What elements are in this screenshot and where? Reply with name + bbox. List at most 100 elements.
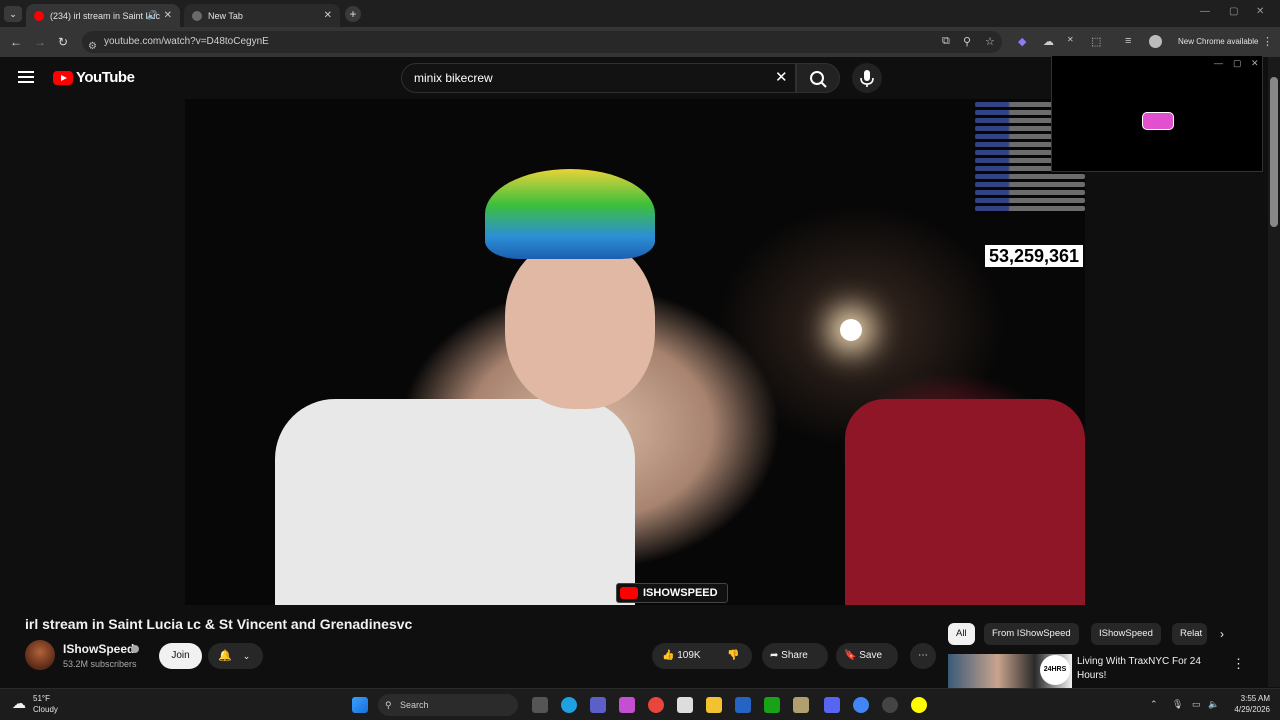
youtube-logo-icon[interactable] <box>53 71 73 85</box>
task-view-icon[interactable] <box>532 697 548 713</box>
weather-condition: Cloudy <box>33 705 58 714</box>
video-title: irl stream in Saint Lucia ʟᴄ & St Vincen… <box>25 616 413 632</box>
discord-popup-window[interactable]: — ▢ ✕ <box>1051 55 1263 172</box>
save-button[interactable]: 🔖 Save <box>836 643 898 669</box>
video-frame-subject <box>505 239 655 409</box>
microphone-icon[interactable]: 🎙 <box>1172 699 1183 710</box>
close-tab-icon[interactable]: ✕ <box>164 10 172 21</box>
discord-icon[interactable] <box>824 697 840 713</box>
search-input[interactable]: minix bikecrew <box>401 63 796 93</box>
minimize-icon[interactable]: — <box>1214 58 1223 68</box>
file-explorer-icon[interactable] <box>706 697 722 713</box>
chrome-favicon-icon <box>192 10 202 21</box>
speaker-icon[interactable]: 🔊 <box>147 10 158 21</box>
store-icon[interactable] <box>677 697 693 713</box>
notification-bell-button[interactable]: 🔔 ⌄ <box>208 643 263 669</box>
bookmark-star-icon[interactable]: ☆ <box>985 35 995 48</box>
chevron-up-icon[interactable]: ⌃ <box>1150 699 1158 710</box>
forward-icon[interactable]: → <box>34 35 46 49</box>
chrome-icon[interactable] <box>853 697 869 713</box>
network-icon[interactable]: ▭ <box>1192 699 1201 710</box>
thumbnail-badge: 24HRS <box>1040 655 1070 685</box>
back-icon[interactable]: ← <box>10 35 22 49</box>
chip-related[interactable]: Relat <box>1172 623 1207 645</box>
video-frame-subject <box>485 169 655 259</box>
close-icon[interactable]: ✕ <box>1251 58 1259 69</box>
microphone-icon <box>860 70 874 87</box>
extensions-puzzle-icon[interactable]: ⬚ <box>1091 35 1101 48</box>
recommended-title[interactable]: Living With TraxNYC For 24 Hours! <box>1077 655 1227 683</box>
teams-icon[interactable] <box>590 697 606 713</box>
extension-icon[interactable]: ☁ <box>1043 35 1054 48</box>
share-button[interactable]: ➦ Share <box>762 643 828 669</box>
tab-search-chevron-icon[interactable]: ⌄ <box>4 6 22 22</box>
video-player[interactable]: 53,259,361 ISHOWSPEED <box>185 99 1085 605</box>
copilot-icon[interactable] <box>619 697 635 713</box>
scrollbar-thumb[interactable] <box>1270 77 1278 227</box>
tab-title: (234) irl stream in Saint Luc <box>50 10 161 21</box>
search-icon: ⚲ <box>385 700 392 710</box>
tab-title: New Tab <box>208 10 243 21</box>
xbox-icon[interactable] <box>764 697 780 713</box>
youtube-logo-text[interactable]: YouTube <box>76 69 135 86</box>
menu-hamburger-icon[interactable] <box>18 71 34 83</box>
more-vertical-icon[interactable]: ⋮ <box>1232 656 1245 672</box>
chrome-menu-icon[interactable]: ⋮ <box>1262 35 1273 48</box>
weather-cloud-icon[interactable]: ☁ <box>12 695 26 712</box>
snapchat-icon[interactable] <box>911 697 927 713</box>
profile-avatar[interactable] <box>1149 35 1162 48</box>
obs-icon[interactable] <box>882 697 898 713</box>
taskbar-search[interactable]: ⚲ Search <box>378 694 518 716</box>
minimize-icon[interactable]: — <box>1200 6 1210 17</box>
discord-logo-icon[interactable] <box>1142 112 1174 130</box>
tab-youtube[interactable]: (234) irl stream in Saint Luc 🔊 ✕ <box>26 4 180 27</box>
app-icon[interactable] <box>735 697 751 713</box>
windows-start-icon[interactable] <box>352 697 368 713</box>
like-button[interactable]: 👍 109K <box>662 650 701 661</box>
video-frame-subject <box>275 399 635 605</box>
chip-all[interactable]: All <box>948 623 975 645</box>
search-label: Search <box>400 700 429 710</box>
media-control-icon[interactable]: ≡ <box>1125 35 1131 47</box>
channel-name[interactable]: IShowSpeed <box>63 642 134 656</box>
url-text: youtube.com/watch?v=D48toCegynE <box>104 36 269 47</box>
new-tab-button[interactable]: + <box>345 6 361 22</box>
edge-icon[interactable] <box>561 697 577 713</box>
volume-icon[interactable]: 🔈 <box>1208 699 1219 710</box>
app-icon[interactable] <box>793 697 809 713</box>
clear-search-icon[interactable]: ✕ <box>775 68 788 86</box>
voice-search-button[interactable] <box>852 63 882 93</box>
page-scrollbar[interactable] <box>1268 57 1280 687</box>
save-playlist-icon: 🔖 <box>844 650 857 661</box>
site-info-icon[interactable]: ⚙ <box>88 36 97 58</box>
extension-icon[interactable]: ✕ <box>1067 35 1074 44</box>
chip-from-channel[interactable]: From IShowSpeed <box>984 623 1079 645</box>
browser-tab-bar: ⌄ (234) irl stream in Saint Luc 🔊 ✕ New … <box>0 0 1280 27</box>
video-frame-light <box>840 319 862 341</box>
maximize-icon[interactable]: ▢ <box>1229 6 1238 17</box>
join-button[interactable]: Join <box>159 643 202 669</box>
chip-channel[interactable]: IShowSpeed <box>1091 623 1161 645</box>
chrome-icon[interactable] <box>648 697 664 713</box>
zoom-icon[interactable]: ⚲ <box>963 35 971 48</box>
url-field[interactable]: ⚙ youtube.com/watch?v=D48toCegynE <box>82 31 1002 53</box>
dislike-button[interactable]: 👎 <box>727 643 739 669</box>
more-actions-button[interactable]: ⋯ <box>910 643 936 669</box>
weather-widget[interactable]: 51°F Cloudy <box>33 693 58 715</box>
recommended-thumbnail[interactable]: 24HRS <box>948 654 1072 688</box>
youtube-favicon-icon <box>34 10 44 21</box>
maximize-icon[interactable]: ▢ <box>1233 58 1242 69</box>
open-in-app-icon[interactable]: ⧉ <box>942 35 950 48</box>
reload-icon[interactable]: ↻ <box>58 35 68 49</box>
new-chrome-available-button[interactable]: New Chrome available <box>1178 37 1258 46</box>
system-clock[interactable]: 3:55 AM 4/29/2026 <box>1228 693 1270 715</box>
close-window-icon[interactable]: ✕ <box>1256 6 1264 17</box>
tab-new-tab[interactable]: New Tab ✕ <box>184 4 340 27</box>
extension-icon[interactable]: ◆ <box>1018 35 1026 48</box>
subscriber-count: 53.2M subscribers <box>63 659 137 669</box>
watermark-text: ISHOWSPEED <box>643 587 718 599</box>
channel-avatar[interactable] <box>25 640 55 670</box>
close-tab-icon[interactable]: ✕ <box>324 10 332 21</box>
search-button[interactable] <box>796 63 840 93</box>
chevron-right-icon[interactable]: › <box>1220 627 1224 641</box>
